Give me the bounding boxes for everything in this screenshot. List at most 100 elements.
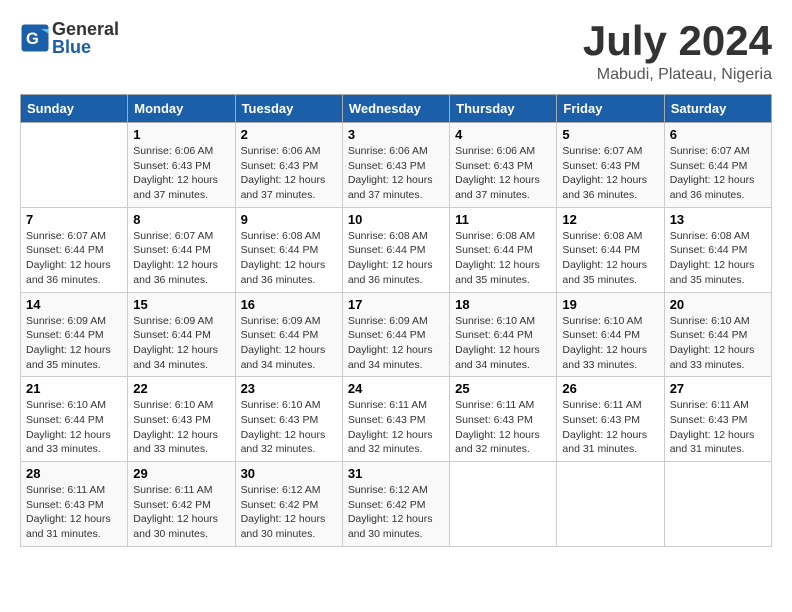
day-number: 20: [670, 297, 766, 312]
day-number: 11: [455, 212, 551, 227]
day-number: 7: [26, 212, 122, 227]
logo-blue-text: Blue: [52, 38, 119, 56]
day-number: 14: [26, 297, 122, 312]
day-number: 2: [241, 127, 337, 142]
day-info: Sunrise: 6:11 AMSunset: 6:43 PMDaylight:…: [26, 483, 122, 542]
calendar-day-23: 23 Sunrise: 6:10 AMSunset: 6:43 PMDayligh…: [235, 377, 342, 462]
day-number: 8: [133, 212, 229, 227]
calendar-day-25: 25Sunrise: 6:11 AMSunset: 6:43 PMDayligh…: [450, 377, 557, 462]
logo: G General Blue: [20, 20, 119, 56]
day-number: 18: [455, 297, 551, 312]
day-number: 9: [241, 212, 337, 227]
calendar-week-row: 14 Sunrise: 6:09 AMSunset: 6:44 PMDayligh…: [21, 292, 772, 377]
day-number: 21: [26, 381, 122, 396]
weekday-header-wednesday: Wednesday: [342, 95, 449, 123]
calendar-day-29: 29 Sunrise: 6:11 AMSunset: 6:42 PMDayligh…: [128, 462, 235, 547]
day-info: Sunrise: 6:08 AMSunset: 6:44 PMDaylight:…: [562, 229, 658, 288]
day-info: Sunrise: 6:11 AMSunset: 6:43 PMDaylight:…: [455, 398, 551, 457]
day-info: Sunrise: 6:11 AMSunset: 6:43 PMDaylight:…: [348, 398, 444, 457]
day-number: 22: [133, 381, 229, 396]
day-number: 17: [348, 297, 444, 312]
day-number: 19: [562, 297, 658, 312]
day-info: Sunrise: 6:10 AMSunset: 6:44 PMDaylight:…: [562, 314, 658, 373]
calendar-day-19: 19 Sunrise: 6:10 AMSunset: 6:44 PMDayligh…: [557, 292, 664, 377]
logo-icon: G: [20, 23, 50, 53]
calendar-day-20: 20Sunrise: 6:10 AMSunset: 6:44 PMDayligh…: [664, 292, 771, 377]
day-info: Sunrise: 6:06 AMSunset: 6:43 PMDaylight:…: [133, 144, 229, 203]
day-info: Sunrise: 6:09 AMSunset: 6:44 PMDaylight:…: [133, 314, 229, 373]
day-number: 28: [26, 466, 122, 481]
calendar-day-21: 21Sunrise: 6:10 AMSunset: 6:44 PMDayligh…: [21, 377, 128, 462]
day-number: 26: [562, 381, 658, 396]
calendar-day-6: 6 Sunrise: 6:07 AMSunset: 6:44 PMDaylight…: [664, 123, 771, 208]
weekday-header-saturday: Saturday: [664, 95, 771, 123]
page-header: G General Blue July 2024 Mabudi, Plateau…: [20, 20, 772, 84]
day-number: 6: [670, 127, 766, 142]
day-number: 5: [562, 127, 658, 142]
day-number: 16: [241, 297, 337, 312]
day-info: Sunrise: 6:08 AMSunset: 6:44 PMDaylight:…: [241, 229, 337, 288]
day-info: Sunrise: 6:10 AMSunset: 6:43 PMDaylight:…: [241, 398, 337, 457]
calendar-empty-cell: [21, 123, 128, 208]
calendar-day-31: 31Sunrise: 6:12 AMSunset: 6:42 PMDayligh…: [342, 462, 449, 547]
day-number: 27: [670, 381, 766, 396]
weekday-header-monday: Monday: [128, 95, 235, 123]
day-info: Sunrise: 6:06 AMSunset: 6:43 PMDaylight:…: [455, 144, 551, 203]
day-number: 23: [241, 381, 337, 396]
calendar-day-15: 15Sunrise: 6:09 AMSunset: 6:44 PMDayligh…: [128, 292, 235, 377]
day-info: Sunrise: 6:09 AMSunset: 6:44 PMDaylight:…: [241, 314, 337, 373]
svg-text:G: G: [26, 30, 39, 48]
day-info: Sunrise: 6:08 AMSunset: 6:44 PMDaylight:…: [455, 229, 551, 288]
day-info: Sunrise: 6:08 AMSunset: 6:44 PMDaylight:…: [670, 229, 766, 288]
weekday-header-thursday: Thursday: [450, 95, 557, 123]
day-number: 30: [241, 466, 337, 481]
day-info: Sunrise: 6:11 AMSunset: 6:43 PMDaylight:…: [670, 398, 766, 457]
calendar-day-12: 12Sunrise: 6:08 AMSunset: 6:44 PMDayligh…: [557, 207, 664, 292]
calendar-empty-cell: [450, 462, 557, 547]
calendar-day-26: 26 Sunrise: 6:11 AMSunset: 6:43 PMDayligh…: [557, 377, 664, 462]
day-info: Sunrise: 6:09 AMSunset: 6:44 PMDaylight:…: [348, 314, 444, 373]
calendar-week-row: 28 Sunrise: 6:11 AMSunset: 6:43 PMDayligh…: [21, 462, 772, 547]
calendar-day-22: 22Sunrise: 6:10 AMSunset: 6:43 PMDayligh…: [128, 377, 235, 462]
day-info: Sunrise: 6:07 AMSunset: 6:44 PMDaylight:…: [133, 229, 229, 288]
calendar-empty-cell: [664, 462, 771, 547]
day-info: Sunrise: 6:07 AMSunset: 6:43 PMDaylight:…: [562, 144, 658, 203]
calendar-day-13: 13 Sunrise: 6:08 AMSunset: 6:44 PMDayligh…: [664, 207, 771, 292]
calendar-day-18: 18 Sunrise: 6:10 AMSunset: 6:44 PMDayligh…: [450, 292, 557, 377]
calendar-day-1: 1Sunrise: 6:06 AMSunset: 6:43 PMDaylight…: [128, 123, 235, 208]
calendar-day-30: 30 Sunrise: 6:12 AMSunset: 6:42 PMDayligh…: [235, 462, 342, 547]
day-info: Sunrise: 6:12 AMSunset: 6:42 PMDaylight:…: [241, 483, 337, 542]
weekday-header-row: SundayMondayTuesdayWednesdayThursdayFrid…: [21, 95, 772, 123]
calendar-day-14: 14Sunrise: 6:09 AMSunset: 6:44 PMDayligh…: [21, 292, 128, 377]
calendar-day-4: 4 Sunrise: 6:06 AMSunset: 6:43 PMDaylight…: [450, 123, 557, 208]
calendar-day-16: 16 Sunrise: 6:09 AMSunset: 6:44 PMDayligh…: [235, 292, 342, 377]
calendar-day-2: 2 Sunrise: 6:06 AMSunset: 6:43 PMDaylight…: [235, 123, 342, 208]
day-number: 29: [133, 466, 229, 481]
day-info: Sunrise: 6:07 AMSunset: 6:44 PMDaylight:…: [26, 229, 122, 288]
calendar-day-24: 24 Sunrise: 6:11 AMSunset: 6:43 PMDayligh…: [342, 377, 449, 462]
day-number: 13: [670, 212, 766, 227]
day-info: Sunrise: 6:06 AMSunset: 6:43 PMDaylight:…: [241, 144, 337, 203]
day-info: Sunrise: 6:07 AMSunset: 6:44 PMDaylight:…: [670, 144, 766, 203]
day-info: Sunrise: 6:11 AMSunset: 6:42 PMDaylight:…: [133, 483, 229, 542]
calendar-day-27: 27 Sunrise: 6:11 AMSunset: 6:43 PMDayligh…: [664, 377, 771, 462]
calendar-table: SundayMondayTuesdayWednesdayThursdayFrid…: [20, 94, 772, 547]
calendar-day-10: 10Sunrise: 6:08 AMSunset: 6:44 PMDayligh…: [342, 207, 449, 292]
location-text: Mabudi, Plateau, Nigeria: [583, 66, 772, 84]
weekday-header-sunday: Sunday: [21, 95, 128, 123]
day-number: 24: [348, 381, 444, 396]
calendar-day-11: 11 Sunrise: 6:08 AMSunset: 6:44 PMDayligh…: [450, 207, 557, 292]
calendar-week-row: 1Sunrise: 6:06 AMSunset: 6:43 PMDaylight…: [21, 123, 772, 208]
calendar-week-row: 21Sunrise: 6:10 AMSunset: 6:44 PMDayligh…: [21, 377, 772, 462]
calendar-day-28: 28 Sunrise: 6:11 AMSunset: 6:43 PMDayligh…: [21, 462, 128, 547]
day-info: Sunrise: 6:06 AMSunset: 6:43 PMDaylight:…: [348, 144, 444, 203]
day-number: 31: [348, 466, 444, 481]
day-number: 4: [455, 127, 551, 142]
day-info: Sunrise: 6:11 AMSunset: 6:43 PMDaylight:…: [562, 398, 658, 457]
logo-general-text: General: [52, 20, 119, 38]
month-title: July 2024: [583, 20, 772, 62]
calendar-day-7: 7 Sunrise: 6:07 AMSunset: 6:44 PMDaylight…: [21, 207, 128, 292]
day-info: Sunrise: 6:10 AMSunset: 6:44 PMDaylight:…: [455, 314, 551, 373]
calendar-day-8: 8 Sunrise: 6:07 AMSunset: 6:44 PMDaylight…: [128, 207, 235, 292]
calendar-day-17: 17 Sunrise: 6:09 AMSunset: 6:44 PMDayligh…: [342, 292, 449, 377]
